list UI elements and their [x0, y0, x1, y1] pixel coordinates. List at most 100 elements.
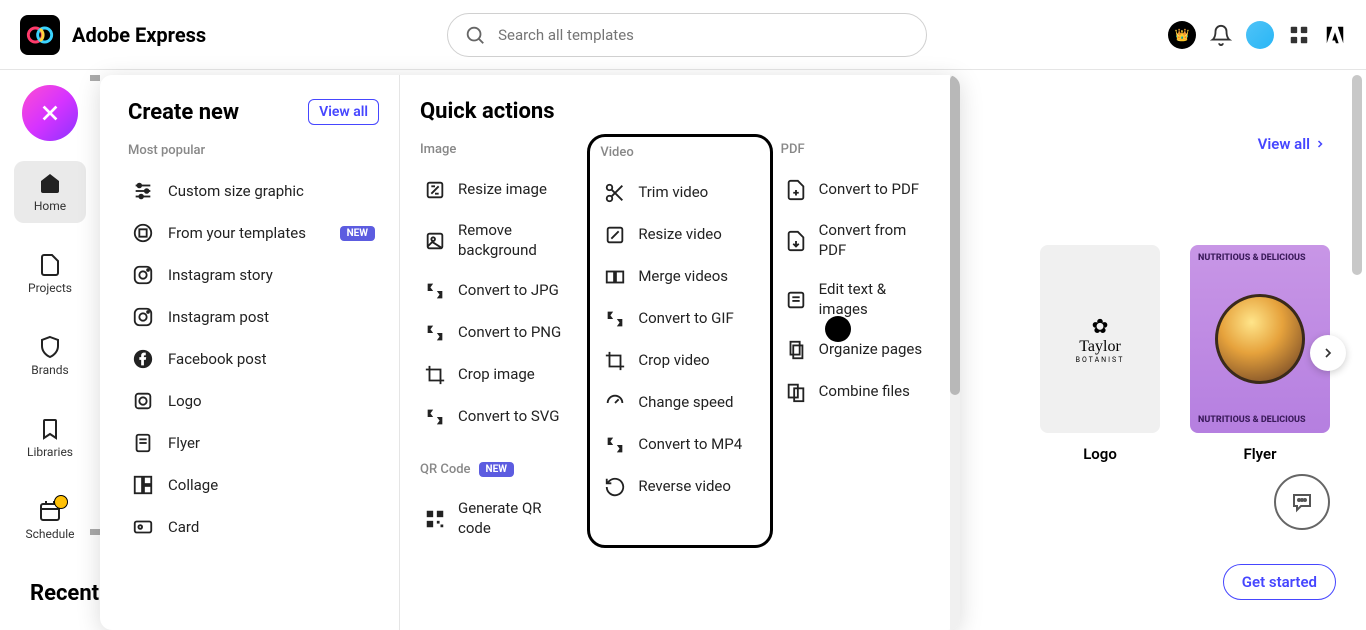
pdf-icon [785, 179, 807, 201]
search-input[interactable] [498, 26, 910, 44]
qa-resize-image[interactable]: Resize image [420, 169, 579, 211]
adobe-icon[interactable] [1324, 24, 1346, 46]
qa-organize-pages[interactable]: Organize pages [781, 329, 940, 371]
erase-icon [424, 230, 446, 252]
logo-wrap: Adobe Express [20, 15, 206, 55]
create-panel: Create new View all Most popular Custom … [100, 75, 960, 630]
right-scrollbar[interactable] [1352, 75, 1362, 630]
card-logo[interactable]: ✿ Taylor BOTANIST Logo [1040, 245, 1160, 463]
chevron-right-icon [1314, 138, 1326, 150]
chevron-right-icon [1320, 345, 1336, 361]
facebook-icon [132, 348, 154, 370]
qa-convert-png[interactable]: Convert to PNG [420, 312, 579, 354]
qa-label: Reverse video [638, 477, 731, 497]
item-flyer[interactable]: Flyer [128, 422, 379, 464]
pdf-label: PDF [781, 142, 940, 157]
item-facebook-post[interactable]: Facebook post [128, 338, 379, 380]
qa-edit-text[interactable]: Edit text & images [781, 270, 940, 329]
flyer-icon [132, 432, 154, 454]
qa-label: Remove background [458, 221, 568, 260]
file-icon [38, 253, 62, 277]
sidebar-item-home[interactable]: Home [14, 161, 86, 223]
image-label: Image [420, 142, 579, 157]
qa-label: Resize video [638, 225, 721, 245]
pdf-column: PDF Convert to PDF Convert from PDF Edit… [781, 142, 940, 548]
instagram-icon [132, 264, 154, 286]
user-avatar[interactable] [1246, 21, 1274, 49]
sidebar-item-schedule[interactable]: Schedule [14, 489, 86, 551]
qa-qr-code[interactable]: Generate QR code [420, 489, 579, 548]
qa-label: Convert to PDF [819, 180, 919, 200]
qa-convert-gif[interactable]: Convert to GIF [600, 298, 759, 340]
qa-crop-video[interactable]: Crop video [600, 340, 759, 382]
item-instagram-post[interactable]: Instagram post [128, 296, 379, 338]
most-popular-label: Most popular [128, 143, 379, 158]
close-button[interactable] [22, 85, 78, 141]
card-label: Logo [1083, 445, 1117, 463]
qa-combine-files[interactable]: Combine files [781, 371, 940, 413]
item-custom-size[interactable]: Custom size graphic [128, 170, 379, 212]
get-started-button[interactable]: Get started [1223, 564, 1336, 600]
qa-reverse-video[interactable]: Reverse video [600, 466, 759, 508]
qa-convert-mp4[interactable]: Convert to MP4 [600, 424, 759, 466]
qa-label: Organize pages [819, 340, 922, 360]
qa-label: Crop video [638, 351, 709, 371]
quick-actions-title: Quick actions [420, 99, 940, 124]
video-label: Video [600, 145, 759, 160]
speed-icon [604, 392, 626, 414]
qa-convert-jpg[interactable]: Convert to JPG [420, 270, 579, 312]
qa-label: Convert to PNG [458, 323, 561, 343]
item-label: Flyer [168, 434, 200, 452]
qa-label: Crop image [458, 365, 535, 385]
search-icon [464, 24, 486, 46]
sidebar-item-libraries[interactable]: Libraries [14, 407, 86, 469]
card-icon [132, 516, 154, 538]
qa-convert-to-pdf[interactable]: Convert to PDF [781, 169, 940, 211]
app-header: Adobe Express 👑 [0, 0, 1366, 70]
search-wrap [206, 13, 1168, 57]
qa-trim-video[interactable]: Trim video [600, 172, 759, 214]
qa-label: Change speed [638, 393, 733, 413]
qr-section: QR CodeNEW [420, 462, 579, 477]
view-all-button[interactable]: View all [308, 99, 379, 125]
qa-merge-videos[interactable]: Merge videos [600, 256, 759, 298]
qa-label: Convert to JPG [458, 281, 559, 301]
item-card[interactable]: Card [128, 506, 379, 548]
bell-icon[interactable] [1210, 24, 1232, 46]
convert-icon [604, 434, 626, 456]
item-label: Facebook post [168, 350, 267, 368]
qa-label: Merge videos [638, 267, 728, 287]
adobe-express-logo-icon[interactable] [20, 15, 60, 55]
recent-heading: Recent [30, 581, 99, 606]
qa-label: Convert to MP4 [638, 435, 742, 455]
apps-grid-icon[interactable] [1288, 24, 1310, 46]
search-bar[interactable] [447, 13, 927, 57]
scissors-icon [604, 182, 626, 204]
chat-button[interactable] [1274, 474, 1330, 530]
chat-icon [1290, 490, 1314, 514]
sidebar-scrollbar[interactable] [90, 75, 100, 535]
qa-change-speed[interactable]: Change speed [600, 382, 759, 424]
convert-icon [424, 322, 446, 344]
item-instagram-story[interactable]: Instagram story [128, 254, 379, 296]
qa-convert-svg[interactable]: Convert to SVG [420, 396, 579, 438]
item-logo[interactable]: Logo [128, 380, 379, 422]
qa-label: Resize image [458, 180, 547, 200]
item-collage[interactable]: Collage [128, 464, 379, 506]
view-all-link[interactable]: View all [1258, 135, 1326, 153]
instagram-icon [132, 306, 154, 328]
sidebar-item-projects[interactable]: Projects [14, 243, 86, 305]
panel-scrollbar[interactable] [950, 75, 960, 630]
premium-badge-icon[interactable]: 👑 [1168, 21, 1196, 49]
logo-icon [132, 390, 154, 412]
logo-thumb: ✿ Taylor BOTANIST [1040, 245, 1160, 433]
item-from-templates[interactable]: From your templatesNEW [128, 212, 379, 254]
qa-convert-from-pdf[interactable]: Convert from PDF [781, 211, 940, 270]
card-flyer[interactable]: NUTRITIOUS & DELICIOUS NUTRITIOUS & DELI… [1190, 245, 1330, 463]
qa-remove-bg[interactable]: Remove background [420, 211, 579, 270]
qa-crop-image[interactable]: Crop image [420, 354, 579, 396]
qa-resize-video[interactable]: Resize video [600, 214, 759, 256]
resize-icon [604, 224, 626, 246]
carousel-next-button[interactable] [1310, 335, 1346, 371]
sidebar-item-brands[interactable]: Brands [14, 325, 86, 387]
